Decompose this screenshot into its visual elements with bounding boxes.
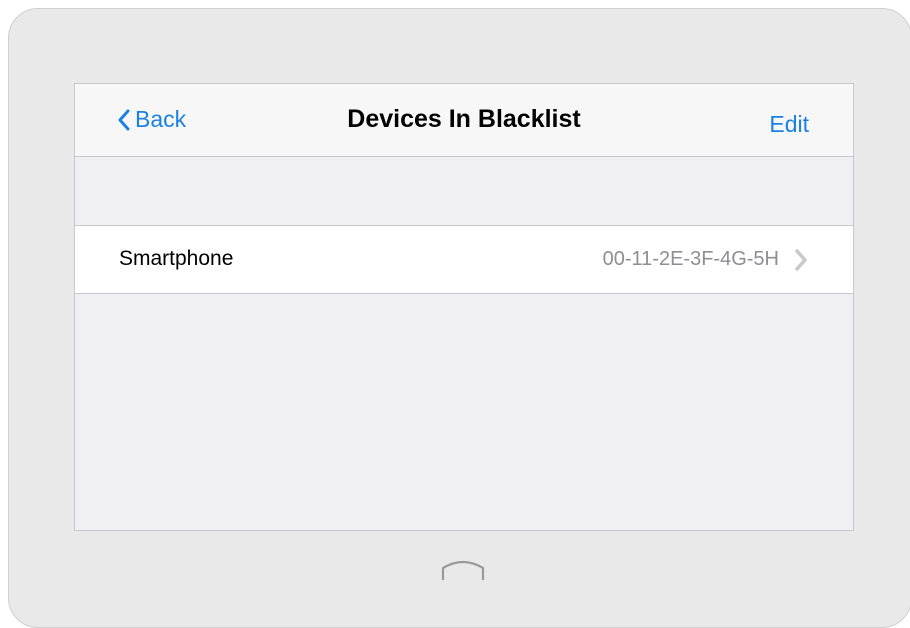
home-button-icon[interactable] (440, 558, 486, 582)
navigation-bar: Back Devices In Blacklist Edit (75, 84, 853, 157)
page-title: Devices In Blacklist (347, 105, 581, 133)
device-list-item[interactable]: Smartphone 00-11-2E-3F-4G-5H (75, 225, 853, 294)
device-mac-address: 00-11-2E-3F-4G-5H (602, 248, 779, 270)
edit-button[interactable]: Edit (769, 111, 809, 138)
chevron-right-icon (795, 249, 807, 271)
app-screen: Back Devices In Blacklist Edit Smartphon… (74, 83, 854, 531)
device-name: Smartphone (119, 247, 234, 270)
